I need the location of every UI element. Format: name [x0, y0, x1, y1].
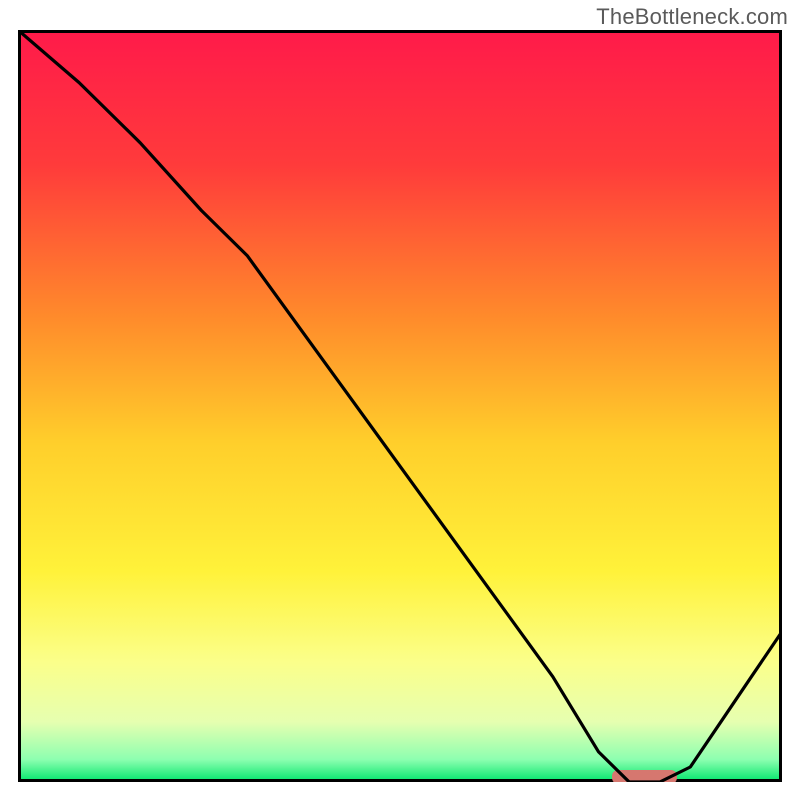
chart-svg: [18, 30, 782, 782]
chart-background-gradient: [18, 30, 782, 782]
watermark-text: TheBottleneck.com: [596, 4, 788, 30]
chart-frame: [18, 30, 782, 782]
